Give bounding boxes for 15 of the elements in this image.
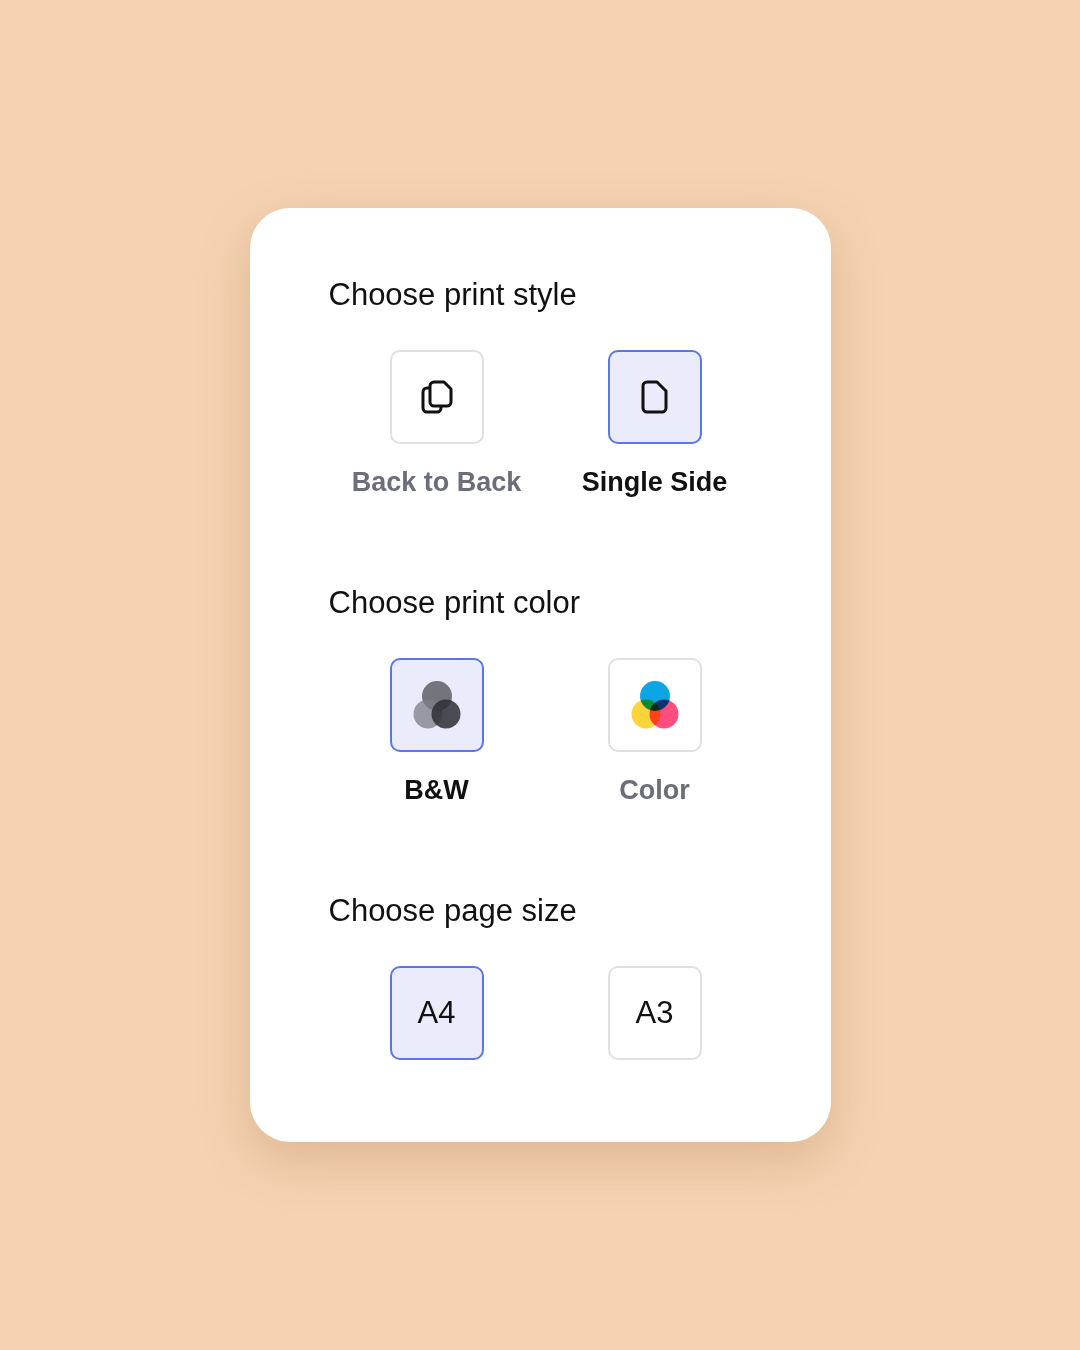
pages-icon (420, 380, 453, 414)
option-label: Single Side (581, 466, 728, 499)
section-title: Choose print color (328, 584, 582, 622)
option-label: Back to Back (351, 466, 522, 499)
option-label: B&W (404, 774, 469, 807)
page-icon (641, 380, 668, 414)
option-label: Color (619, 774, 690, 807)
overlapping-circles-icon (412, 681, 461, 729)
size-option-button[interactable]: A4 (389, 966, 484, 1060)
overlapping-circles-icon (630, 681, 679, 729)
size-option-button[interactable]: A3 (607, 966, 702, 1060)
section-title: Choose page size (328, 892, 578, 930)
section-title: Choose print style (328, 276, 578, 314)
option-button[interactable] (607, 350, 702, 444)
option-button[interactable] (389, 658, 484, 752)
